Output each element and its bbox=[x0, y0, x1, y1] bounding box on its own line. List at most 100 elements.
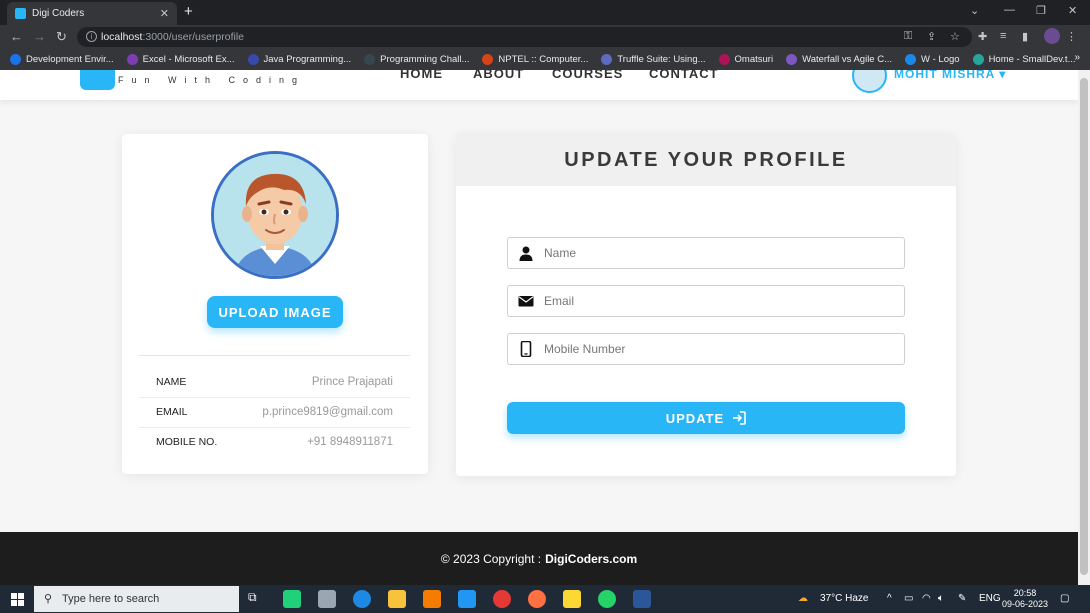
bookmark-favicon-icon bbox=[482, 54, 494, 65]
volume-icon[interactable]: 🔈︎ bbox=[938, 593, 944, 604]
reading-list-icon[interactable]: ≡ bbox=[1000, 30, 1006, 42]
info-row-email: EMAIL p.prince9819@gmail.com bbox=[139, 397, 410, 427]
bookmark-item[interactable]: Development Envir... bbox=[10, 54, 114, 65]
restore-icon[interactable]: ❐ bbox=[1036, 4, 1046, 17]
share-icon[interactable]: ⇪ bbox=[927, 30, 936, 43]
user-name: MOHIT MISHRA bbox=[894, 70, 995, 81]
info-value: +91 8948911871 bbox=[307, 436, 393, 448]
weather-text[interactable]: 37°C Haze bbox=[820, 593, 868, 604]
mobile-field[interactable] bbox=[507, 333, 905, 365]
browser-tab[interactable]: Digi Coders ✕ bbox=[7, 2, 177, 25]
info-value: p.prince9819@gmail.com bbox=[262, 406, 393, 418]
nav-contact[interactable]: CONTACT bbox=[649, 70, 719, 81]
chevron-down-icon: ▾ bbox=[999, 70, 1007, 81]
pycharm-icon[interactable] bbox=[283, 590, 301, 608]
page-viewport: Fun With Coding HOME ABOUT COURSES CONTA… bbox=[0, 70, 1078, 585]
close-window-icon[interactable]: ✕ bbox=[1068, 4, 1077, 17]
address-toolbar: ← → ↻ i localhost:3000/user/userprofile … bbox=[0, 25, 1090, 49]
battery-icon[interactable]: ▭ bbox=[904, 593, 913, 604]
site-info-icon[interactable]: i bbox=[86, 31, 97, 42]
forward-icon[interactable]: → bbox=[33, 29, 46, 44]
postman-icon[interactable] bbox=[528, 590, 546, 608]
sublime-icon[interactable] bbox=[423, 590, 441, 608]
bookmark-item[interactable]: W - Logo bbox=[905, 54, 960, 65]
word-icon[interactable] bbox=[633, 590, 651, 608]
side-panel-icon[interactable]: ▮ bbox=[1022, 30, 1028, 43]
name-field[interactable] bbox=[507, 237, 905, 269]
bookmark-favicon-icon bbox=[601, 54, 613, 65]
upload-image-button[interactable]: UPLOAD IMAGE bbox=[207, 296, 343, 328]
new-tab-icon[interactable]: + bbox=[184, 3, 193, 20]
bookmark-item[interactable]: NPTEL :: Computer... bbox=[482, 54, 588, 65]
app-icon[interactable] bbox=[318, 590, 336, 608]
notifications-icon[interactable]: ▢ bbox=[1060, 593, 1069, 604]
bookmarks-bar: Development Envir... Excel - Microsoft Ex… bbox=[0, 49, 1090, 70]
site-footer: © 2023 Copyright : DigiCoders.com bbox=[0, 532, 1078, 585]
page-scrollbar[interactable] bbox=[1078, 70, 1090, 585]
update-label: UPDATE bbox=[665, 410, 725, 426]
user-avatar[interactable] bbox=[852, 70, 887, 93]
bookmark-label: NPTEL :: Computer... bbox=[498, 54, 589, 65]
user-icon bbox=[519, 246, 533, 261]
sticky-notes-icon[interactable] bbox=[563, 590, 581, 608]
language-indicator[interactable]: ENG bbox=[979, 593, 1001, 604]
file-explorer-icon[interactable] bbox=[388, 590, 406, 608]
windows-start-icon[interactable] bbox=[11, 593, 24, 606]
profile-avatar-icon[interactable] bbox=[1044, 28, 1060, 44]
windows-taskbar: ⚲ Type here to search ⧉ ☁ 37°C Haze ^ ▭ … bbox=[0, 585, 1090, 613]
tray-chevron-icon[interactable]: ^ bbox=[887, 593, 892, 604]
minimize-icon[interactable]: — bbox=[1004, 4, 1015, 16]
bookmark-item[interactable]: Omatsuri bbox=[718, 54, 774, 65]
user-menu[interactable]: MOHIT MISHRA ▾ bbox=[894, 70, 1006, 81]
digicoders-logo-icon[interactable] bbox=[80, 70, 115, 90]
tab-search-icon[interactable]: ⌄ bbox=[970, 4, 979, 17]
bookmark-label: Programming Chall... bbox=[380, 54, 470, 65]
reload-icon[interactable]: ↻ bbox=[56, 29, 67, 45]
chrome-menu-icon[interactable]: ⋮ bbox=[1066, 30, 1077, 43]
bookmark-item[interactable]: Truffle Suite: Using... bbox=[601, 54, 706, 65]
edge-icon[interactable] bbox=[353, 590, 371, 608]
email-input[interactable] bbox=[544, 286, 899, 316]
key-icon[interactable]: ⚿ bbox=[904, 30, 912, 43]
envelope-icon bbox=[518, 296, 534, 307]
bookmark-label: Java Programming... bbox=[263, 54, 352, 65]
site-header: Fun With Coding HOME ABOUT COURSES CONTA… bbox=[0, 70, 1078, 100]
bookmark-label: Waterfall vs Agile C... bbox=[802, 54, 893, 65]
nav-courses[interactable]: COURSES bbox=[552, 70, 623, 81]
bookmark-favicon-icon bbox=[786, 54, 798, 65]
info-key: MOBILE NO. bbox=[156, 436, 218, 448]
chrome-icon[interactable] bbox=[493, 590, 511, 608]
site-favicon-icon bbox=[15, 8, 26, 19]
bookmark-favicon-icon bbox=[247, 54, 259, 65]
bookmark-label: Omatsuri bbox=[734, 54, 774, 65]
name-input[interactable] bbox=[544, 238, 899, 268]
mobile-input[interactable] bbox=[544, 334, 899, 364]
close-tab-icon[interactable]: ✕ bbox=[160, 7, 169, 20]
nav-home[interactable]: HOME bbox=[400, 70, 443, 81]
whatsapp-icon[interactable] bbox=[598, 590, 616, 608]
task-view-icon[interactable]: ⧉ bbox=[248, 590, 266, 608]
back-icon[interactable]: ← bbox=[10, 29, 23, 44]
update-button[interactable]: UPDATE bbox=[507, 402, 905, 434]
bookmark-item[interactable]: Home - SmallDev.t... bbox=[972, 54, 1076, 65]
scrollbar-thumb[interactable] bbox=[1080, 78, 1088, 575]
url-bar[interactable]: i localhost:3000/user/userprofile bbox=[77, 27, 972, 47]
wifi-icon[interactable]: ◠ bbox=[922, 593, 931, 604]
bookmark-item[interactable]: Waterfall vs Agile C... bbox=[786, 54, 892, 65]
taskbar-clock[interactable]: 20:58 09-06-2023 bbox=[1002, 588, 1048, 610]
vscode-icon[interactable] bbox=[458, 590, 476, 608]
bookmark-star-icon[interactable]: ☆ bbox=[950, 30, 960, 43]
weather-icon[interactable]: ☁ bbox=[798, 593, 808, 604]
bookmark-favicon-icon bbox=[364, 54, 376, 65]
profile-avatar bbox=[211, 151, 339, 279]
bookmark-item[interactable]: Programming Chall... bbox=[364, 54, 469, 65]
email-field[interactable] bbox=[507, 285, 905, 317]
bookmark-item[interactable]: Java Programming... bbox=[247, 54, 352, 65]
footer-brand-link[interactable]: DigiCoders.com bbox=[545, 552, 637, 566]
bookmark-item[interactable]: Excel - Microsoft Ex... bbox=[126, 54, 235, 65]
taskbar-search[interactable]: ⚲ Type here to search bbox=[34, 586, 239, 612]
nav-about[interactable]: ABOUT bbox=[473, 70, 524, 81]
more-bookmarks-icon[interactable]: » bbox=[1074, 52, 1080, 63]
extensions-icon[interactable]: ✚ bbox=[978, 30, 987, 43]
pen-icon[interactable]: ✎ bbox=[958, 593, 966, 604]
